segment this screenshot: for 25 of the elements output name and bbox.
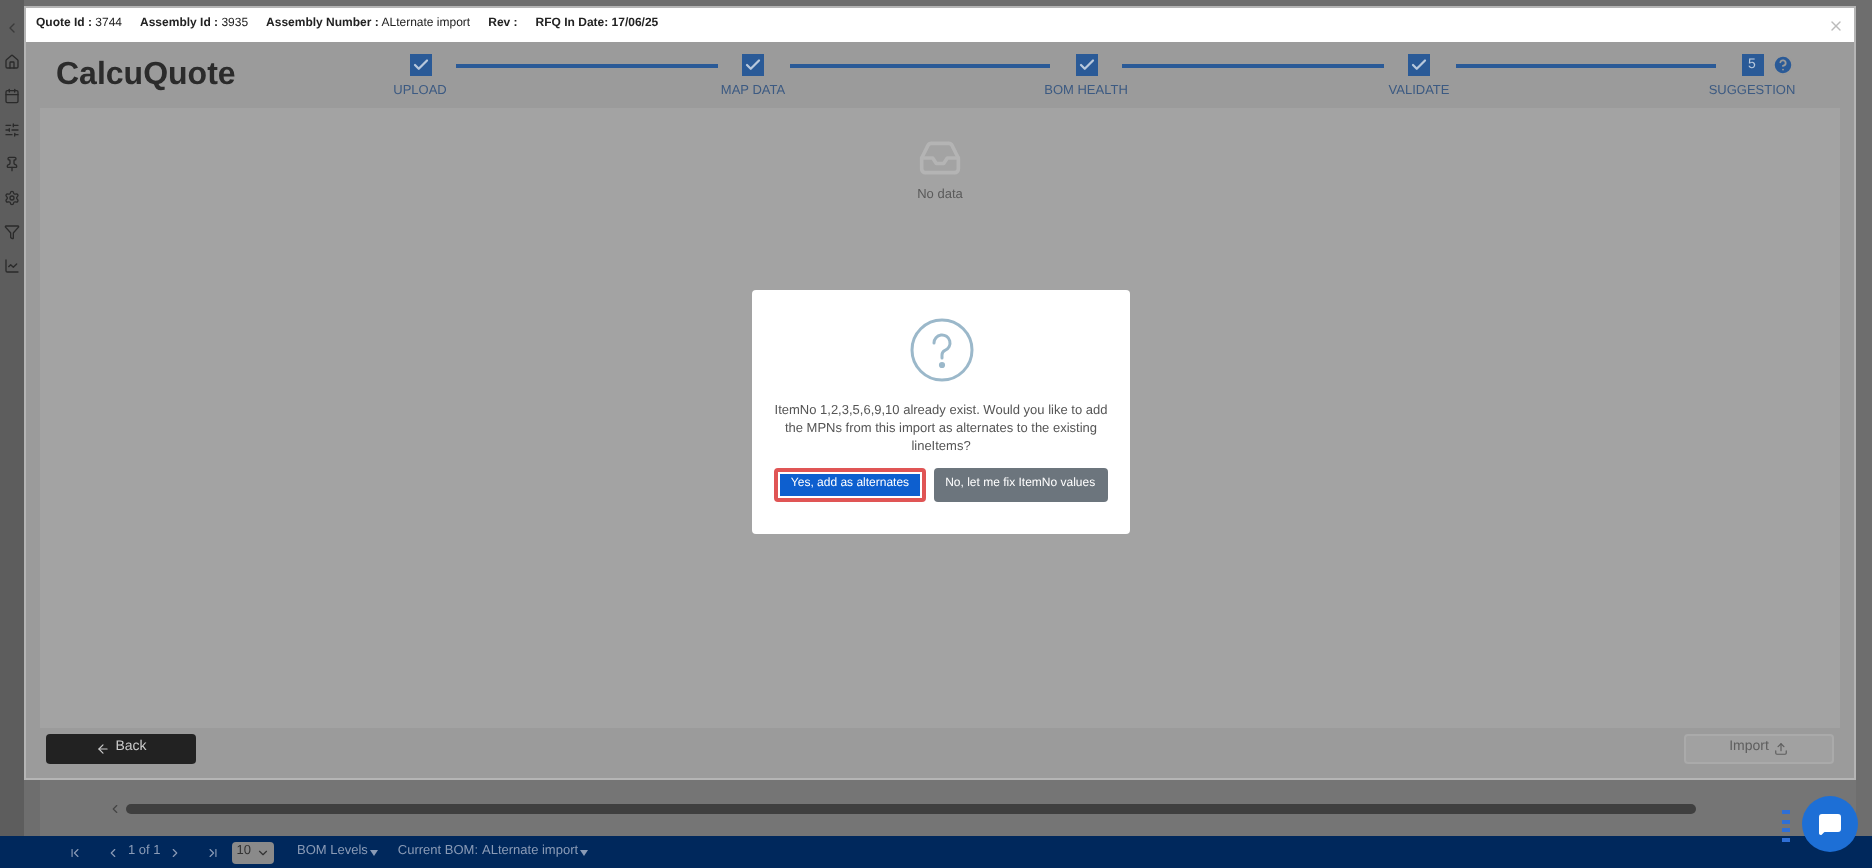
- next-page-icon[interactable]: [168, 845, 183, 859]
- scroll-left-icon[interactable]: [108, 801, 122, 815]
- drag-handle-icon[interactable]: [1782, 810, 1790, 842]
- arrow-left-icon: [95, 742, 110, 756]
- caret-icon: [580, 849, 589, 855]
- calendar-icon[interactable]: [4, 88, 20, 104]
- chart-icon[interactable]: [4, 258, 20, 274]
- chat-icon: [1818, 812, 1842, 836]
- logo: CalcuQuote: [56, 60, 238, 92]
- help-icon[interactable]: [1772, 54, 1794, 76]
- upload-icon: [1774, 742, 1789, 756]
- prev-page-icon[interactable]: [106, 845, 120, 859]
- question-icon: [909, 318, 973, 382]
- last-page-icon[interactable]: [206, 845, 221, 859]
- sliders-icon[interactable]: [4, 122, 20, 138]
- close-icon[interactable]: [1828, 17, 1844, 33]
- filter-icon[interactable]: [4, 224, 20, 240]
- back-icon[interactable]: [4, 20, 20, 36]
- first-page-icon[interactable]: [68, 845, 82, 859]
- chevron-down-icon: [255, 845, 269, 859]
- pin-icon[interactable]: [4, 156, 20, 172]
- caret-icon: [369, 849, 378, 855]
- scrollbar-thumb[interactable]: [126, 803, 1696, 813]
- home-icon[interactable]: [4, 54, 20, 70]
- settings-icon[interactable]: [4, 190, 20, 206]
